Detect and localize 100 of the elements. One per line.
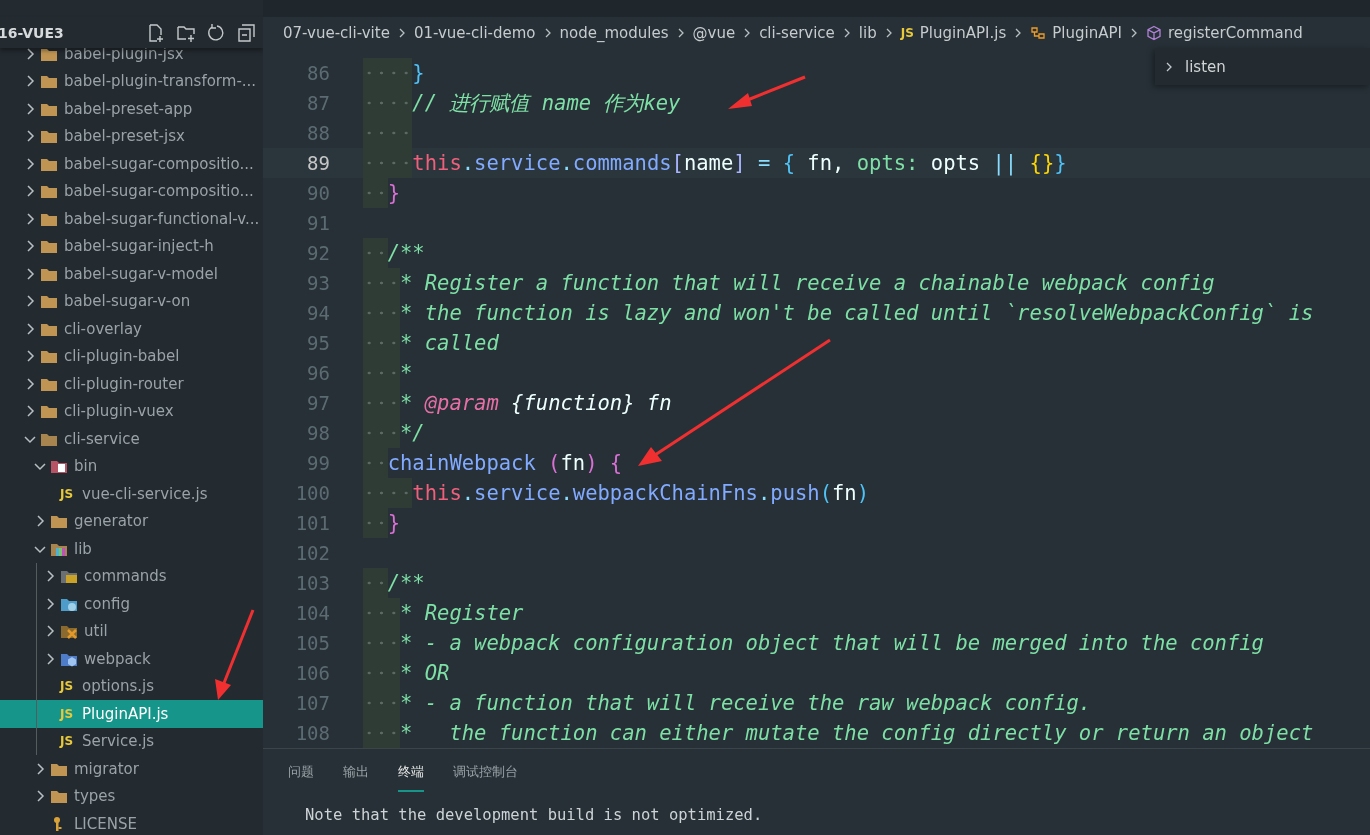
line-number: 104 [294,602,330,624]
folder-icon [40,128,58,145]
panel-tab[interactable]: 问题 [288,750,314,792]
tree-item[interactable]: LICENSE [0,810,263,835]
tools-folder-icon [60,623,78,640]
code-line: * Register [400,601,524,625]
tree-item[interactable]: babel-sugar-compositio... [0,150,263,178]
code-line: this.service.commands[name] = { fn, opts: opts || {}} [412,151,1067,175]
panel-tab[interactable]: 输出 [343,750,369,792]
tree-item[interactable]: util [0,617,263,645]
tree-item[interactable]: JS options.js [0,672,263,700]
tree-item[interactable]: JS vue-cli-service.js [0,480,263,508]
js-file-icon: JS [900,25,914,40]
line-number: 89 [306,152,330,174]
tree-item[interactable]: babel-sugar-functional-v... [0,205,263,233]
code-line: * - a function that will receive the raw webpack config. [400,691,1092,715]
panel-tab[interactable]: 终端 [398,750,424,792]
breadcrumb-item[interactable]: @vue [692,23,736,42]
line-number: 87 [306,92,330,114]
terminal-line: Note that the development build is not optimized. [304,806,764,824]
tree-item[interactable]: JS PluginAPI.js [0,700,263,728]
tree-item[interactable]: babel-plugin-jsx [0,48,263,68]
tree-item[interactable]: babel-sugar-v-model [0,260,263,288]
line-number: 99 [306,452,330,474]
tree-item[interactable]: config [0,590,263,618]
code-line: } [387,181,400,205]
code-line: * Register a function that will receive a chainable webpack config [400,271,1215,295]
indent-guide [363,58,413,88]
tree-item[interactable]: generator [0,507,263,535]
cube-icon [1145,24,1162,41]
tree-item[interactable]: cli-plugin-vuex [0,397,263,425]
tree-item[interactable]: cli-service [0,425,263,453]
tree-item[interactable]: babel-sugar-compositio... [0,177,263,205]
line-number: 88 [306,122,330,144]
code-line: } [412,61,425,85]
line-number: 101 [294,512,330,534]
tree-item[interactable]: JS Service.js [0,727,263,755]
folder-icon [40,238,58,255]
folder-icon [50,513,68,530]
line-number: 102 [294,542,330,564]
project-name[interactable]: 16-VUE3 [0,24,64,41]
breadcrumb-item[interactable]: lib [858,23,877,42]
breadcrumb-item[interactable]: PluginAPI [1052,23,1122,42]
tree-item[interactable]: cli-plugin-babel [0,342,263,370]
tree-item[interactable]: cli-overlay [0,315,263,343]
tree-item[interactable]: lib [0,535,263,563]
tree-item[interactable]: babel-sugar-v-on [0,287,263,315]
line-number: 105 [294,632,330,654]
code-line: */ [400,421,425,445]
code-line: this.service.webpackChainFns.push(fn) [412,481,870,505]
js-file-icon: JS [60,735,82,748]
collapse-all-icon[interactable] [235,21,257,44]
code-line: /** [387,571,425,595]
breadcrumb-item[interactable]: node_modules [559,23,669,42]
code-line: * the function is lazy and won't be called until `resolveWebpackConfig` is [400,301,1314,325]
code-line: * the function can either mutate the config directly or return an object [400,721,1314,745]
breadcrumb-item[interactable]: 01-vue-cli-demo [413,23,536,42]
js-file-icon: JS [60,487,82,500]
code-line: * called [400,331,499,355]
tree-item[interactable]: webpack [0,645,263,673]
line-number: 107 [294,692,330,714]
tree-item[interactable]: commands [0,562,263,590]
code-line: * OR [400,661,450,685]
tree-item[interactable]: bin [0,452,263,480]
line-number: 93 [306,272,330,294]
panel-tab[interactable]: 调试控制台 [453,750,518,792]
line-number: 106 [294,662,330,684]
line-number: 90 [306,182,330,204]
binary-folder-icon [50,458,68,475]
tree-item[interactable]: babel-preset-app [0,95,263,123]
class-icon [1030,24,1047,41]
folder-icon [40,348,58,365]
tree-item[interactable]: babel-sugar-inject-h [0,232,263,260]
code-line: * @param {function} fn [400,391,672,415]
line-number: 103 [294,572,330,594]
line-number: 96 [306,362,330,384]
code-line: * - a webpack configuration object that will be merged into the config [400,631,1264,655]
breadcrumb-item[interactable]: registerCommand [1167,23,1303,42]
line-number: 98 [306,422,330,444]
line-number: 92 [306,242,330,264]
folder-icon [40,403,58,420]
folder-icon [40,73,58,90]
tree-item[interactable]: migrator [0,755,263,783]
tree-item[interactable]: cli-plugin-router [0,370,263,398]
sticky-scroll-widget[interactable]: listen [1155,48,1370,85]
code-line: * [400,361,413,385]
code-line: // 进行赋值 name 作为key [412,90,681,117]
breadcrumb-item[interactable]: 07-vue-cli-vite [283,23,390,42]
folder-icon [50,788,68,805]
breadcrumb-item[interactable]: PluginAPI.js [919,23,1007,42]
js-file-icon: JS [60,680,82,693]
code-line: } [387,511,400,535]
tree-item[interactable]: babel-preset-jsx [0,122,263,150]
tree-item[interactable]: types [0,782,263,810]
tree-item[interactable]: babel-plugin-transform-... [0,67,263,95]
breadcrumb-item[interactable]: cli-service [759,23,835,42]
line-number: 97 [306,392,330,414]
folder-icon [40,183,58,200]
line-number: 108 [294,722,330,744]
line-number: 100 [294,482,330,504]
